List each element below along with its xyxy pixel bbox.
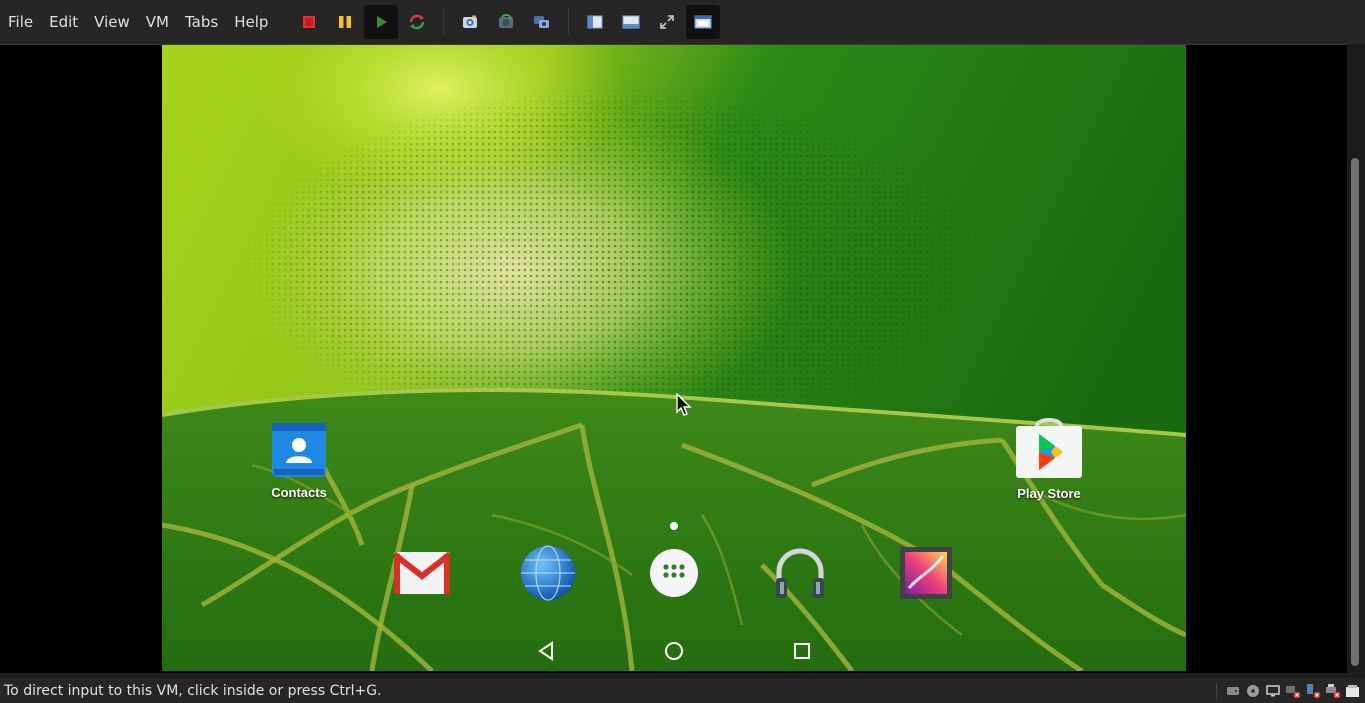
play-button[interactable]: [364, 5, 399, 39]
scrollbar-thumb[interactable]: [1351, 158, 1359, 666]
console-view-button[interactable]: [686, 5, 721, 39]
pause-icon: [339, 16, 352, 28]
thumbnail-bar-icon: [622, 15, 640, 29]
revert-snapshot-icon: [499, 14, 514, 28]
menu-file[interactable]: File: [0, 0, 41, 44]
usb-disconnected-icon[interactable]: [1305, 683, 1321, 699]
message-icon[interactable]: [1345, 683, 1361, 699]
android-home-screen[interactable]: Contacts Play Store: [162, 45, 1186, 671]
back-icon: [538, 641, 553, 661]
gallery-icon: [900, 547, 952, 599]
snapshot-manager-button[interactable]: [525, 5, 559, 39]
home-icon: [665, 642, 683, 660]
snapshot-icon: [463, 15, 478, 28]
fullscreen-button[interactable]: [650, 5, 684, 39]
printer-disconnected-icon[interactable]: [1325, 683, 1341, 699]
cd-drive-icon[interactable]: [1245, 683, 1261, 699]
music-headphones-icon: [776, 548, 824, 598]
menu-tabs[interactable]: Tabs: [177, 0, 226, 44]
power-off-icon: [303, 16, 316, 28]
sidebar-icon: [587, 15, 603, 29]
dock-gmail[interactable]: [392, 543, 452, 603]
menu-vm[interactable]: VM: [138, 0, 177, 44]
toolbar-separator: [568, 9, 570, 35]
recents-icon: [794, 643, 810, 659]
status-bar: To direct input to this VM, click inside…: [0, 678, 1365, 703]
menu-view[interactable]: View: [86, 0, 138, 44]
power-off-button[interactable]: [292, 5, 326, 39]
fullscreen-icon: [660, 15, 675, 29]
app-play-store[interactable]: Play Store: [994, 418, 1104, 501]
dock-music[interactable]: [770, 543, 830, 603]
console-view-icon: [694, 15, 712, 29]
app-label-contacts: Contacts: [271, 485, 327, 500]
display-icon[interactable]: [1265, 683, 1281, 699]
app-label-play-store: Play Store: [1017, 486, 1081, 501]
hard-disk-icon[interactable]: [1225, 683, 1241, 699]
play-icon: [377, 16, 388, 28]
take-snapshot-button[interactable]: [453, 5, 487, 39]
mouse-cursor-icon: [676, 393, 692, 416]
dock-app-drawer[interactable]: [644, 543, 704, 603]
pause-button[interactable]: [328, 5, 362, 39]
snapshot-manager-icon: [534, 16, 550, 28]
app-contacts[interactable]: Contacts: [244, 421, 354, 500]
dock-browser[interactable]: [518, 543, 578, 603]
contacts-icon: [272, 423, 326, 477]
show-sidebar-button[interactable]: [578, 5, 612, 39]
vertical-scrollbar[interactable]: [1347, 44, 1365, 672]
nav-back-button[interactable]: [526, 631, 566, 671]
dock-gallery[interactable]: [896, 543, 956, 603]
nav-home-button[interactable]: [654, 631, 694, 671]
thumbnail-bar-button[interactable]: [614, 5, 648, 39]
status-message: To direct input to this VM, click inside…: [4, 682, 382, 699]
gmail-icon: [394, 552, 450, 594]
revert-snapshot-button[interactable]: [489, 5, 523, 39]
app-drawer-icon: [650, 549, 698, 597]
play-store-icon: [1016, 418, 1082, 478]
device-status-icons: [1216, 682, 1365, 699]
page-indicator-dot: [670, 522, 678, 530]
reset-icon: [410, 14, 425, 30]
browser-globe-icon: [521, 545, 575, 601]
menubar: File Edit View VM Tabs Help: [0, 0, 1365, 44]
status-separator: [1216, 682, 1217, 699]
menu-help[interactable]: Help: [226, 0, 276, 44]
nav-recents-button[interactable]: [782, 631, 822, 671]
menu-edit[interactable]: Edit: [41, 0, 86, 44]
toolbar-separator: [443, 9, 445, 35]
reset-button[interactable]: [400, 5, 434, 39]
network-disconnected-icon[interactable]: [1285, 683, 1301, 699]
